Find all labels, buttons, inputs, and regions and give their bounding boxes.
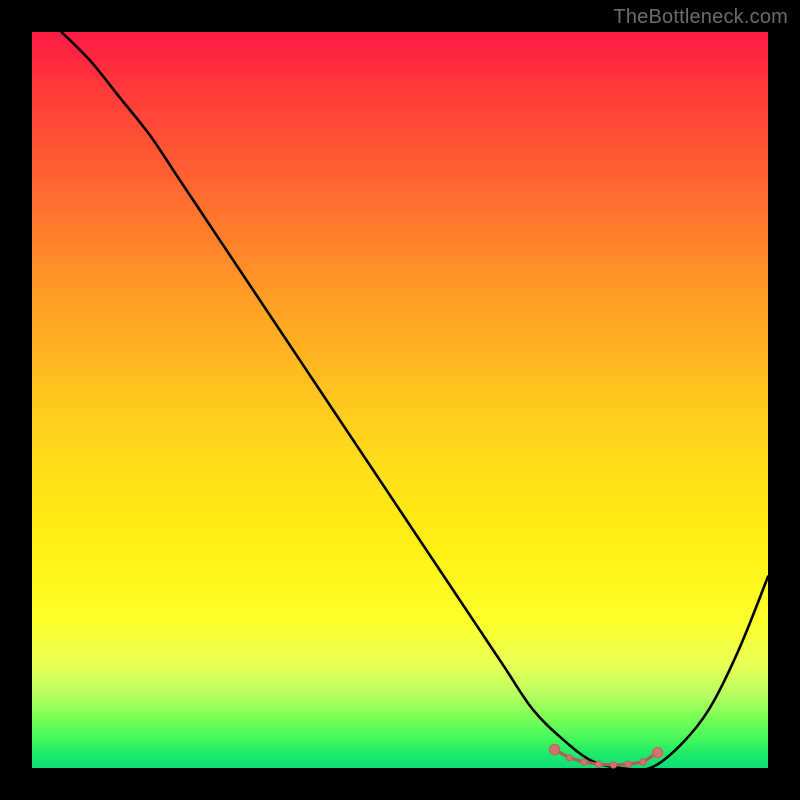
optimal-range-dot — [566, 754, 572, 760]
optimal-range-dot — [596, 761, 602, 767]
optimal-range-dot — [581, 759, 587, 765]
chart-frame: TheBottleneck.com — [0, 0, 800, 800]
bottleneck-curve — [61, 32, 768, 770]
plot-area — [32, 32, 768, 768]
chart-svg — [32, 32, 768, 768]
optimal-range-dot — [625, 761, 631, 767]
optimal-range-dot — [549, 744, 559, 754]
optimal-range-dot — [652, 747, 662, 757]
optimal-range-dot — [640, 759, 646, 765]
attribution-text: TheBottleneck.com — [613, 6, 788, 29]
optimal-range-dot — [610, 762, 616, 768]
optimal-range-markers — [549, 744, 662, 768]
